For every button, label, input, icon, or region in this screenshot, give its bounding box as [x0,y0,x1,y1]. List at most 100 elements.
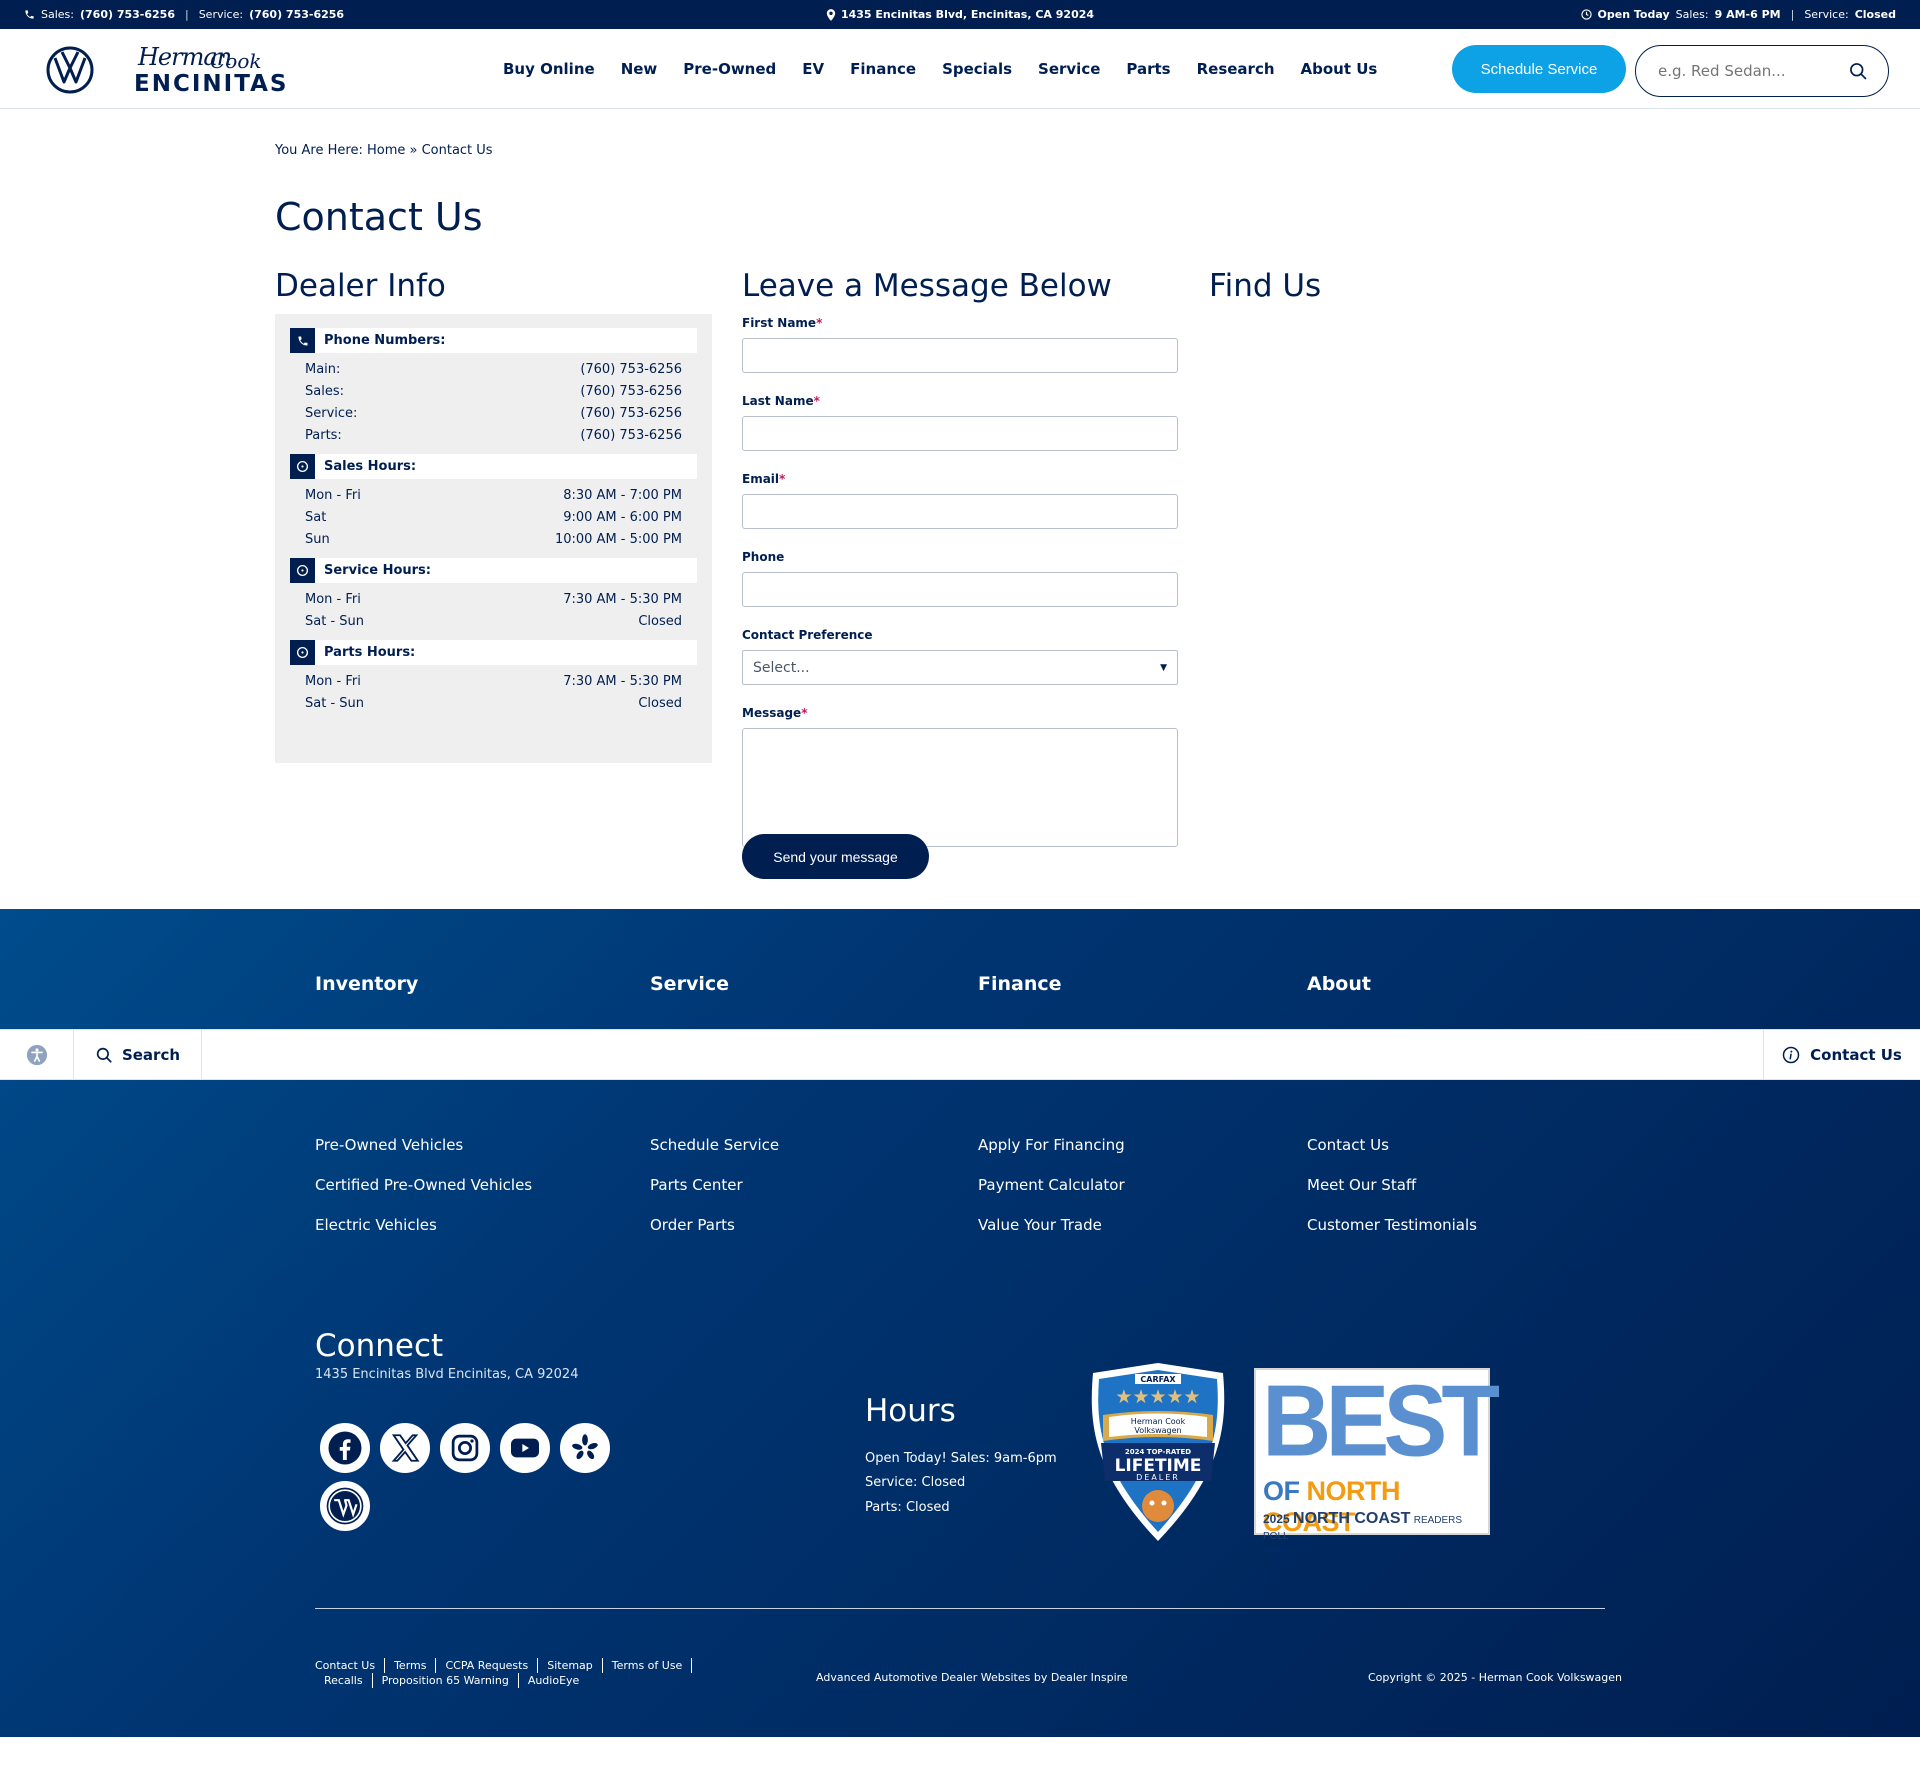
legal-link-sitemap[interactable]: Sitemap [538,1658,603,1673]
legal-link-contact-us[interactable]: Contact Us [315,1658,386,1673]
footer-inventory-title: Inventory [315,973,419,995]
message-label: Message* [742,706,808,720]
nav-service[interactable]: Service [1025,60,1113,78]
footer-link[interactable]: Pre-Owned Vehicles [315,1135,615,1175]
main-nav: Buy Online New Pre-Owned EV Finance Spec… [490,29,1390,109]
carfax-brand-text: CARFAX [1140,1375,1176,1384]
page-title: Contact Us [275,195,483,239]
sticky-action-bar: Search Contact Us [0,1029,1920,1080]
footer-link[interactable]: Apply For Financing [978,1135,1278,1175]
hours-row: Mon - Fri 8:30 AM - 7:00 PM [305,487,682,503]
legal-link-recalls[interactable]: Recalls [315,1673,373,1688]
best-of-north-coast-badge[interactable]: BEST OF NORTH COAST 2025 NORTH COAST REA… [1254,1368,1500,1542]
footer-link[interactable]: Value Your Trade [978,1215,1278,1255]
topbar-service-hours-label: Service: [1804,8,1849,21]
phone-link[interactable]: (760) 753-6256 [580,428,682,443]
wordpress-icon[interactable] [320,1481,370,1531]
last-name-label: Last Name* [742,394,820,408]
phone-icon [298,336,307,345]
yelp-icon[interactable] [560,1423,610,1473]
message-textarea[interactable] [742,728,1178,847]
nav-pre-owned[interactable]: Pre-Owned [670,60,789,78]
instagram-icon[interactable] [440,1423,490,1473]
accessibility-button[interactable] [0,1030,74,1079]
facebook-icon[interactable] [320,1423,370,1473]
map-pin-icon [826,8,836,21]
footer-link[interactable]: Electric Vehicles [315,1215,615,1255]
legal-link-ccpa[interactable]: CCPA Requests [436,1658,539,1673]
header-search-input[interactable] [1658,62,1848,80]
legal-link-terms[interactable]: Terms [385,1658,437,1673]
sticky-contact-button[interactable]: Contact Us [1763,1030,1920,1079]
search-icon [96,1047,112,1063]
footer-finance-title: Finance [978,973,1062,995]
vw-logo-icon[interactable] [46,46,94,94]
footer-hours-line: Service: Closed [865,1475,966,1490]
youtube-icon[interactable] [500,1423,550,1473]
topbar-service-label: Service: [198,8,244,21]
footer-link[interactable]: Payment Calculator [978,1175,1278,1215]
footer-credit[interactable]: Advanced Automotive Dealer Websites by D… [816,1671,1128,1684]
footer-service-title: Service [650,973,729,995]
x-twitter-icon[interactable] [380,1423,430,1473]
leave-message-title: Leave a Message Below [742,268,1112,304]
hours-row: Mon - Fri 7:30 AM - 5:30 PM [305,673,682,689]
legal-link-audioeye[interactable]: AudioEye [519,1673,589,1688]
first-name-field[interactable] [742,338,1178,373]
caret-down-icon: ▼ [1160,662,1167,673]
nav-ev[interactable]: EV [789,60,837,78]
topbar-hours: Open Today Sales: 9 AM-6 PM | Service: C… [1580,8,1896,21]
nav-buy-online[interactable]: Buy Online [490,60,608,78]
email-label: Email* [742,472,786,486]
footer-link[interactable]: Order Parts [650,1215,950,1255]
nav-parts[interactable]: Parts [1113,60,1183,78]
site-header: Herman Cook ENCINITAS Buy Online New Pre… [0,29,1920,109]
phone-field[interactable] [742,572,1178,607]
first-name-label: First Name* [742,316,823,330]
legal-link-prop-65[interactable]: Proposition 65 Warning [373,1673,519,1688]
phone-icon [25,10,34,19]
topbar-sales-hours-label: Sales: [1675,8,1709,21]
phone-link[interactable]: (760) 753-6256 [580,362,682,377]
clock-icon [296,646,309,659]
email-field[interactable] [742,494,1178,529]
dealer-info-panel: Phone Numbers: Main: (760) 753-6256 Sales… [275,314,712,763]
clock-icon [1580,9,1592,20]
footer-link[interactable]: Schedule Service [650,1135,950,1175]
star-rating-icon: ★★★★★ [1115,1386,1200,1408]
top-info-bar: Sales: (760) 753-6256 | Service: (760) 7… [0,0,1920,29]
footer-about-title: About [1307,973,1371,995]
schedule-service-button[interactable]: Schedule Service [1452,45,1626,93]
legal-link-terms-of-use[interactable]: Terms of Use [603,1658,693,1673]
phone-link[interactable]: (760) 753-6256 [580,384,682,399]
connect-address[interactable]: 1435 Encinitas Blvd Encinitas, CA 92024 [315,1367,578,1382]
dealer-logo[interactable]: Herman Cook ENCINITAS [134,43,286,97]
search-icon[interactable] [1848,61,1868,81]
topbar-sales-phone[interactable]: (760) 753-6256 [80,8,175,21]
sticky-search-button[interactable]: Search [74,1030,202,1079]
contact-preference-select[interactable]: Select... ▼ [742,650,1178,685]
hours-row: Sun 10:00 AM - 5:00 PM [305,531,682,547]
carfax-lifetime-dealer-badge[interactable]: CARFAX ★★★★★ Herman Cook Volkswagen 2024… [1085,1361,1231,1543]
footer-link[interactable]: Certified Pre-Owned Vehicles [315,1175,615,1215]
topbar-service-phone[interactable]: (760) 753-6256 [249,8,344,21]
footer-link[interactable]: Customer Testimonials [1307,1215,1607,1255]
last-name-field[interactable] [742,416,1178,451]
nav-specials[interactable]: Specials [929,60,1025,78]
footer-link[interactable]: Contact Us [1307,1135,1607,1175]
footer-about-col: About Contact Us Meet Our Staff Customer… [1307,973,1477,1234]
nav-research[interactable]: Research [1184,60,1288,78]
nav-about-us[interactable]: About Us [1288,60,1391,78]
header-search [1635,45,1889,97]
send-message-button[interactable]: Send your message [742,834,929,879]
breadcrumb[interactable]: You Are Here: Home » Contact Us [275,143,493,158]
nav-finance[interactable]: Finance [837,60,929,78]
carfax-year-text: 2024 TOP-RATED [1125,1448,1191,1456]
find-us-title: Find Us [1209,268,1322,304]
footer-link[interactable]: Parts Center [650,1175,950,1215]
phone-link[interactable]: (760) 753-6256 [580,406,682,421]
phone-label: Phone [742,550,785,564]
brand-wordmark: ENCINITAS [134,71,289,97]
nav-new[interactable]: New [608,60,671,78]
footer-link[interactable]: Meet Our Staff [1307,1175,1607,1215]
